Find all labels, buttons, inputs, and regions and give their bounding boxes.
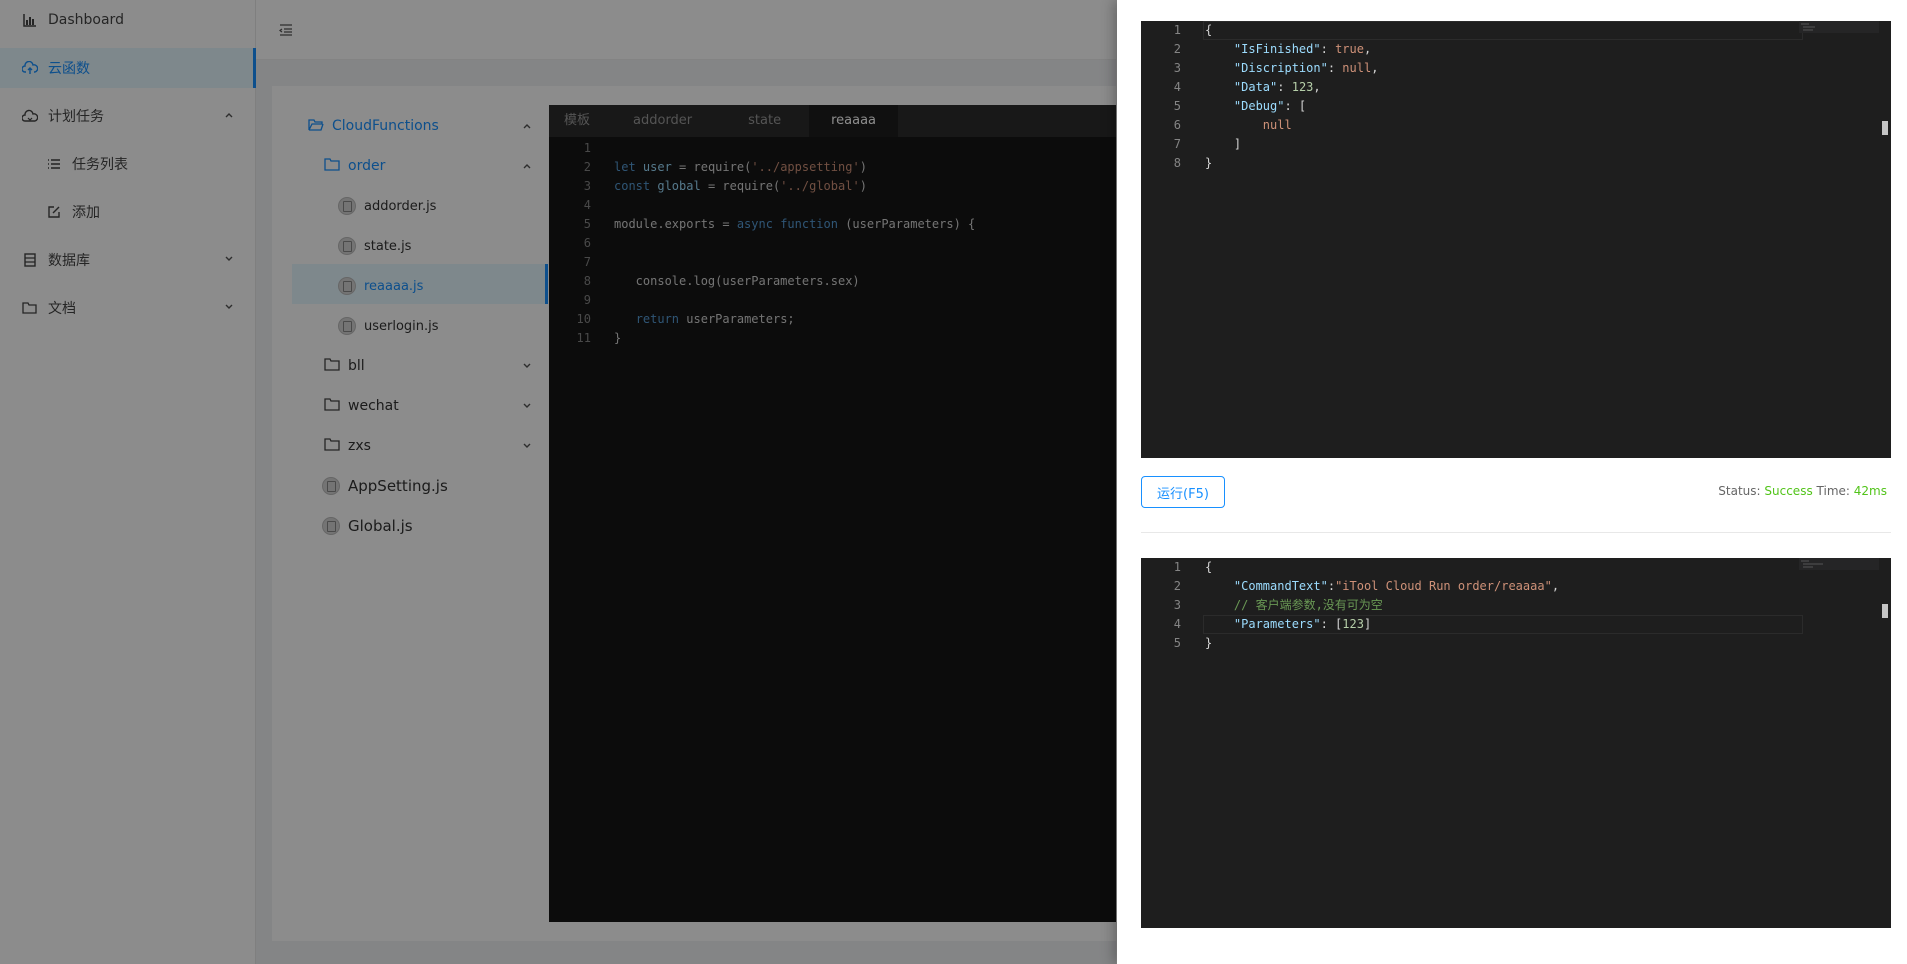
code-line: "Discription": null, xyxy=(1233,61,1379,75)
line-number: 1 xyxy=(1173,23,1181,37)
run-button[interactable]: 运行(F5) xyxy=(1141,476,1225,508)
line-number: 4 xyxy=(1173,617,1181,631)
code-line: "IsFinished": true, xyxy=(1233,42,1372,56)
code-line: { xyxy=(1205,23,1213,37)
line-number: 5 xyxy=(1173,99,1181,113)
time-label: Time: xyxy=(1816,484,1850,498)
request-input-panel[interactable]: 1 2 3 4 5 { "CommandText":"iTool Cloud R… xyxy=(1141,558,1891,928)
code-line: "CommandText":"iTool Cloud Run order/rea… xyxy=(1233,579,1560,593)
code-line: // 客户端参数,没有可为空 xyxy=(1233,598,1383,612)
code-line: ] xyxy=(1205,137,1242,151)
current-line-highlight xyxy=(1203,21,1803,40)
modal-overlay[interactable] xyxy=(0,0,1117,964)
code-line: "Parameters": [123] xyxy=(1233,617,1372,631)
minimap xyxy=(1799,558,1879,570)
code-line: "Debug": [ xyxy=(1233,99,1307,113)
line-number: 2 xyxy=(1173,42,1181,56)
status-label: Status: xyxy=(1718,484,1761,498)
status-value: Success xyxy=(1764,484,1813,498)
line-number: 8 xyxy=(1173,156,1181,170)
line-number: 3 xyxy=(1173,61,1181,75)
minimap xyxy=(1799,21,1879,33)
line-number: 3 xyxy=(1173,598,1181,612)
result-output-panel[interactable]: 1 2 3 4 5 6 7 8 { "IsFinished": true, "D… xyxy=(1141,21,1891,458)
time-value: 42ms xyxy=(1853,484,1887,498)
line-number: 6 xyxy=(1173,118,1181,132)
run-status: Status: Success Time: 42ms xyxy=(1718,484,1887,498)
code-line: } xyxy=(1205,636,1213,650)
line-number: 1 xyxy=(1173,560,1181,574)
code-line: } xyxy=(1205,156,1213,170)
code-line: null xyxy=(1262,118,1292,132)
line-number: 5 xyxy=(1173,636,1181,650)
line-number: 7 xyxy=(1173,137,1181,151)
divider xyxy=(1141,532,1891,533)
code-line: { xyxy=(1205,560,1213,574)
scrollbar-marker[interactable] xyxy=(1882,121,1888,135)
run-drawer: 1 2 3 4 5 6 7 8 { "IsFinished": true, "D… xyxy=(1117,0,1907,964)
scrollbar-marker[interactable] xyxy=(1882,604,1888,618)
line-number: 2 xyxy=(1173,579,1181,593)
code-line: "Data": 123, xyxy=(1233,80,1321,94)
line-number: 4 xyxy=(1173,80,1181,94)
